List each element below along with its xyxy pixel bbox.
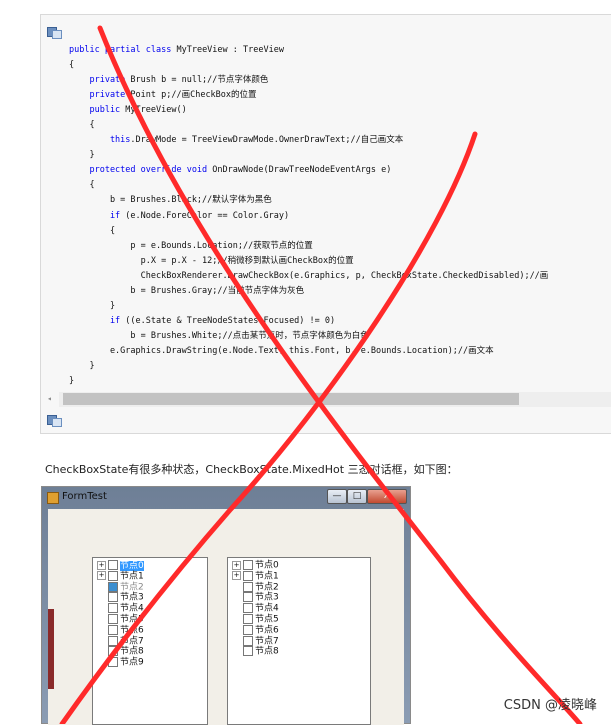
red-cross-mark [59,25,583,724]
watermark: CSDN @凌晓峰 [503,698,597,713]
